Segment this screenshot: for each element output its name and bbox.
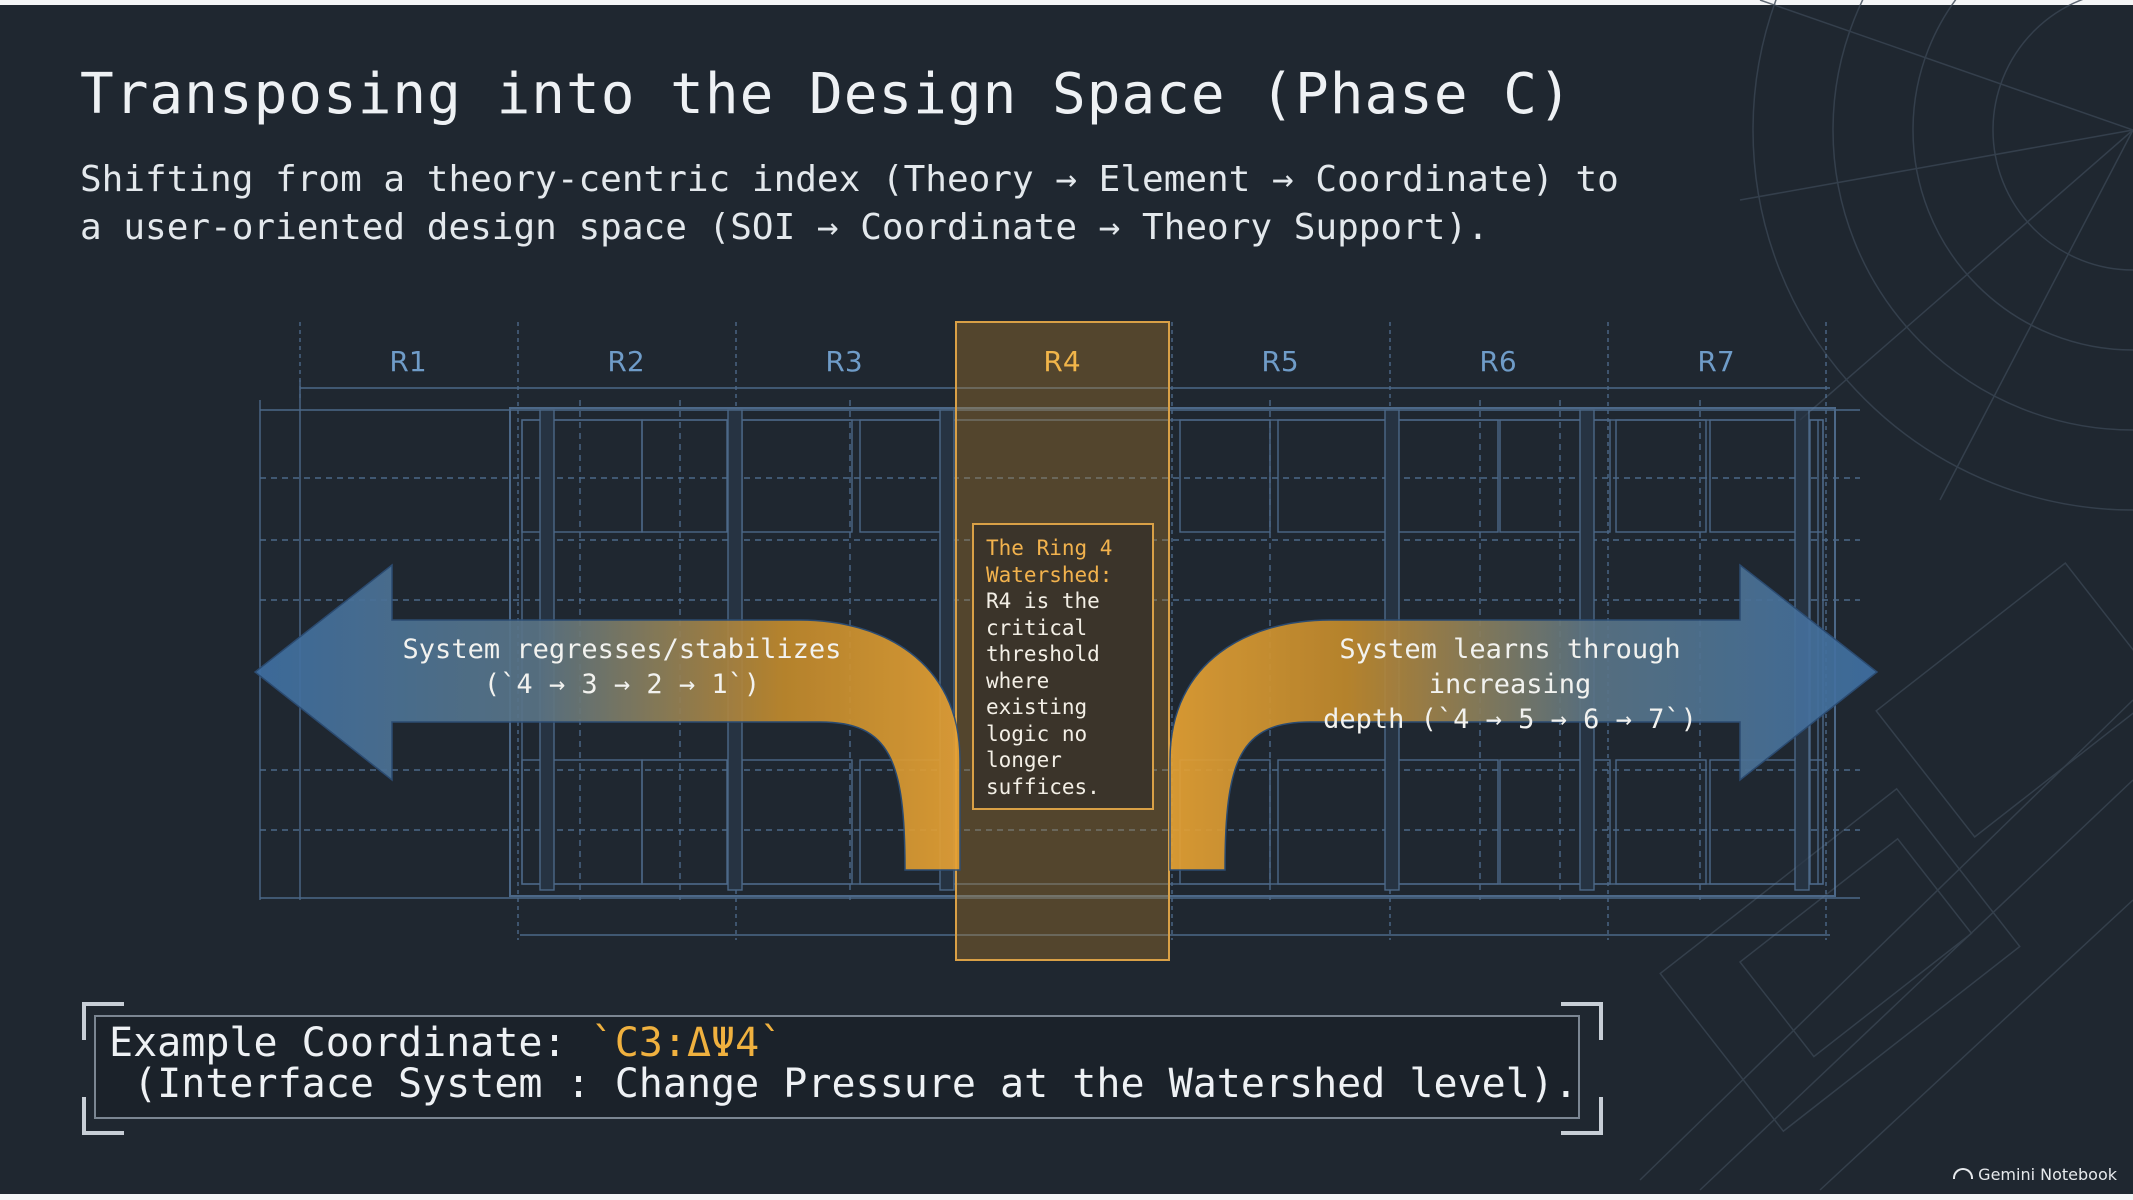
watermark-text: Gemini Notebook [1978,1165,2117,1184]
arrow-left-icon [253,563,961,871]
right-arrow-label: System learns through increasing depth (… [1323,634,1697,735]
callout-body: R4 is the critical threshold where exist… [986,589,1100,799]
gemini-notebook-icon [1953,1168,1974,1179]
example-description: (Interface System : Change Pressure at t… [109,1061,1579,1107]
left-arrow-label: System regresses/stabilizes (`4 → 3 → 2 … [402,634,842,700]
example-label: Example Coordinate: [109,1020,591,1066]
ring4-watershed-callout: The Ring 4 Watershed: R4 is the critical… [972,523,1154,810]
frame-bottom-border [0,1194,2133,1200]
watermark: Gemini Notebook [1953,1165,2117,1184]
bracket-top-right [1561,1002,1603,1040]
example-coordinate-code: `C3:ΔΨ4` [590,1020,784,1066]
example-coordinate-line: Example Coordinate: `C3:ΔΨ4` [109,1020,783,1066]
callout-heading: The Ring 4 Watershed: [986,536,1113,587]
